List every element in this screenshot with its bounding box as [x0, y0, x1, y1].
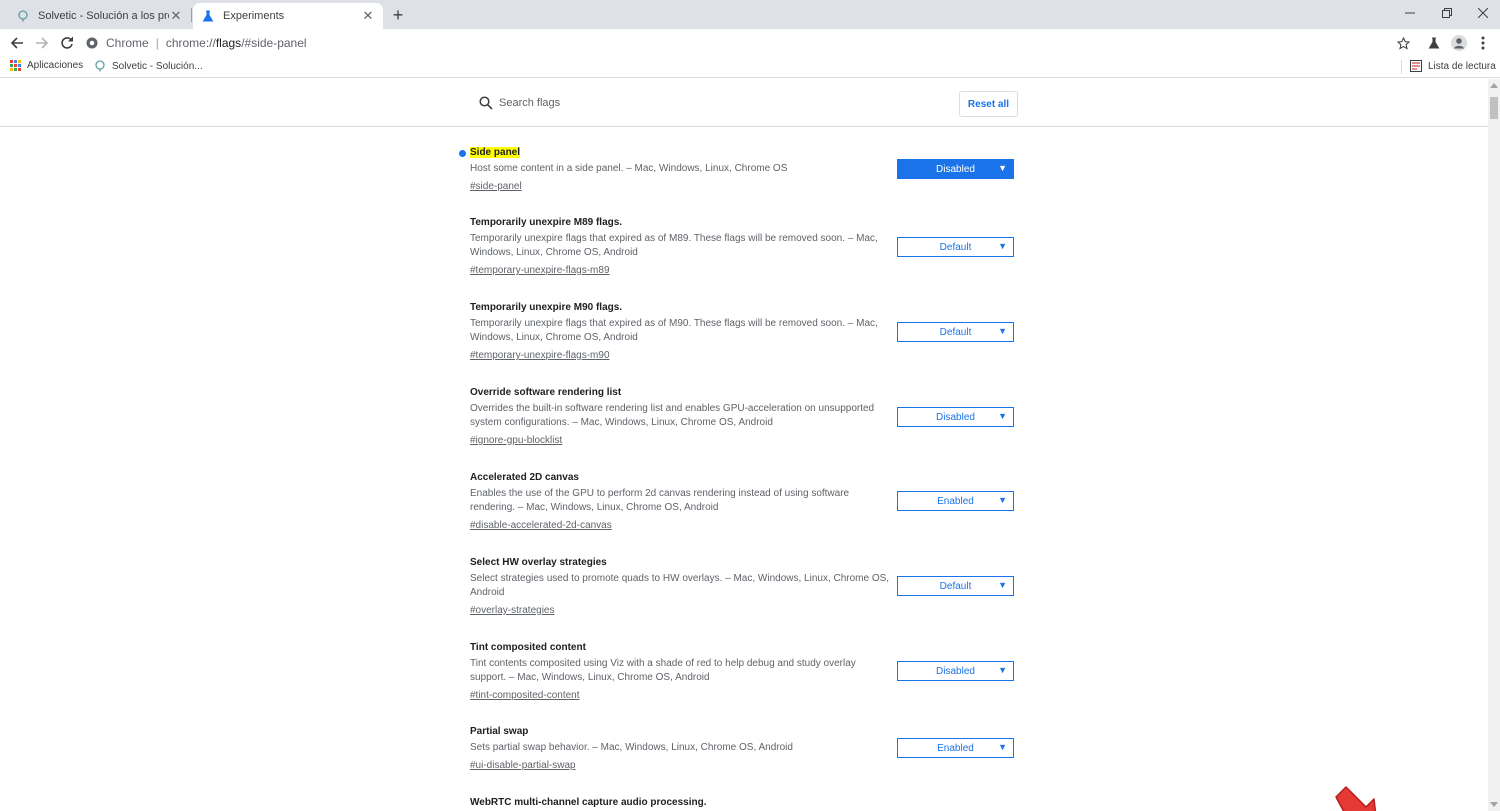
flag-entry: Accelerated 2D canvas Enables the use of… [470, 471, 1020, 533]
flag-description: Tint contents composited using Viz with … [470, 658, 856, 683]
flag-select[interactable]: Enabled ▼ [897, 738, 1014, 758]
omnibox-divider: | [155, 36, 159, 50]
close-tab-icon[interactable]: ✕ [169, 8, 183, 23]
flag-select[interactable]: Disabled ▼ [897, 159, 1014, 179]
flag-anchor-link[interactable]: #temporary-unexpire-flags-m89 [470, 264, 610, 278]
bookmark-label: Aplicaciones [27, 60, 84, 71]
flag-description: Sets partial swap behavior. – Mac, Windo… [470, 742, 793, 753]
flag-description: Overrides the built-in software renderin… [470, 403, 875, 428]
annotation-arrow-icon [1332, 783, 1388, 811]
flag-anchor-link[interactable]: #temporary-unexpire-flags-m90 [470, 349, 610, 363]
flags-page: Reset all Side panel Host some content i… [0, 79, 1488, 811]
flag-title: Accelerated 2D canvas [470, 472, 579, 483]
toolbar: Chrome | chrome://flags/#side-panel [0, 29, 1500, 56]
flag-title: Select HW overlay strategies [470, 557, 607, 568]
flag-description: Temporarily unexpire flags that expired … [470, 318, 878, 343]
modified-dot [459, 150, 466, 157]
chevron-down-icon: ▼ [998, 665, 1007, 675]
flag-anchor-link[interactable]: #overlay-strategies [470, 604, 554, 618]
search-flags-input[interactable] [499, 93, 919, 113]
solvetic-icon [16, 9, 30, 23]
flag-title: Side panel [470, 147, 521, 158]
apps-grid-icon [10, 60, 21, 71]
solvetic-icon [94, 60, 106, 72]
flag-title: Partial swap [470, 726, 529, 737]
flags-search-header: Reset all [0, 79, 1488, 127]
flag-description: Select strategies used to promote quads … [470, 573, 890, 598]
bookmark-solvetic[interactable]: Solvetic - Solución... [94, 60, 203, 72]
flag-entry: Temporarily unexpire M90 flags. Temporar… [470, 301, 1020, 363]
chevron-down-icon: ▼ [998, 580, 1007, 590]
flag-title: Temporarily unexpire M90 flags. [470, 302, 623, 313]
flag-entry: Temporarily unexpire M89 flags. Temporar… [470, 216, 1020, 278]
restore-icon[interactable] [1429, 0, 1465, 26]
flag-select[interactable]: Default ▼ [897, 576, 1014, 596]
flag-anchor-link[interactable]: #tint-composited-content [470, 689, 580, 703]
bookmarks-divider [1401, 60, 1402, 74]
scroll-down-icon[interactable] [1490, 802, 1498, 807]
chevron-down-icon: ▼ [998, 742, 1007, 752]
chevron-down-icon: ▼ [998, 495, 1007, 505]
chevron-down-icon: ▼ [998, 411, 1007, 421]
reload-icon[interactable] [56, 32, 78, 54]
bookmarks-bar: Aplicaciones Solvetic - Solución... List… [0, 56, 1500, 78]
flag-anchor-link[interactable]: #disable-accelerated-2d-canvas [470, 519, 612, 533]
chevron-down-icon: ▼ [998, 241, 1007, 251]
close-window-icon[interactable] [1465, 0, 1500, 26]
address-bar[interactable]: Chrome | chrome://flags/#side-panel [86, 31, 1426, 55]
flag-entry: Partial swap Sets partial swap behavior.… [470, 725, 1020, 773]
flag-select[interactable]: Default ▼ [897, 322, 1014, 342]
tab-strip: Solvetic - Solución a los problem ✕ Expe… [0, 0, 1500, 29]
reading-list-icon [1410, 60, 1422, 72]
flag-title: Tint composited content [470, 642, 586, 653]
bookmark-star-icon[interactable] [1392, 32, 1414, 54]
flask-icon[interactable] [1423, 32, 1445, 54]
tab-title: Experiments [223, 10, 285, 22]
url-text: chrome://flags/#side-panel [165, 36, 307, 50]
flag-description: Enables the use of the GPU to perform 2d… [470, 488, 850, 513]
reading-list-label: Lista de lectura [1428, 60, 1496, 72]
tab-solvetic[interactable]: Solvetic - Solución a los problem ✕ [8, 3, 191, 29]
flag-anchor-link[interactable]: #ui-disable-partial-swap [470, 759, 576, 773]
flag-description: Temporarily unexpire flags that expired … [470, 233, 878, 258]
chrome-icon [86, 37, 98, 49]
flag-title: WebRTC multi-channel capture audio proce… [470, 797, 707, 808]
flag-entry: Side panel Host some content in a side p… [459, 146, 1020, 194]
bookmark-label: Solvetic - Solución... [112, 60, 203, 72]
scroll-thumb[interactable] [1490, 97, 1498, 119]
flag-select[interactable]: Disabled ▼ [897, 407, 1014, 427]
site-label: Chrome [106, 36, 149, 50]
flag-select[interactable]: Disabled ▼ [897, 661, 1014, 681]
reset-all-button[interactable]: Reset all [959, 91, 1018, 117]
bookmark-apps[interactable]: Aplicaciones [10, 60, 83, 71]
page-scrollbar[interactable] [1488, 79, 1500, 811]
tab-title: Solvetic - Solución a los problem [38, 10, 169, 22]
tab-separator [191, 8, 192, 22]
flag-title: Temporarily unexpire M89 flags. [470, 217, 623, 228]
flag-select[interactable]: Default ▼ [897, 237, 1014, 257]
flag-title: Override software rendering list [470, 387, 622, 398]
flag-anchor-link[interactable]: #ignore-gpu-blocklist [470, 434, 562, 448]
close-tab-icon[interactable]: ✕ [361, 8, 375, 23]
scroll-up-icon[interactable] [1490, 83, 1498, 88]
flag-entry: WebRTC multi-channel capture audio proce… [470, 796, 1020, 810]
minimize-icon[interactable] [1392, 0, 1428, 26]
flag-description: Host some content in a side panel. – Mac… [470, 163, 788, 174]
back-icon[interactable] [6, 32, 28, 54]
flag-select[interactable]: Enabled ▼ [897, 491, 1014, 511]
flask-icon [201, 9, 215, 23]
reading-list-button[interactable]: Lista de lectura [1410, 60, 1496, 72]
menu-icon[interactable] [1472, 32, 1494, 54]
tab-experiments[interactable]: Experiments ✕ [193, 3, 383, 29]
search-icon [479, 96, 493, 115]
flag-entry: Override software rendering list Overrid… [470, 386, 1020, 448]
forward-icon[interactable] [31, 32, 53, 54]
flag-entry: Tint composited content Tint contents co… [470, 641, 1020, 703]
chevron-down-icon: ▼ [998, 326, 1007, 336]
new-tab-button[interactable]: + [388, 5, 408, 25]
flag-entry: Select HW overlay strategies Select stra… [470, 556, 1020, 618]
flag-anchor-link[interactable]: #side-panel [470, 180, 522, 194]
profile-icon[interactable] [1448, 32, 1470, 54]
chevron-down-icon: ▼ [998, 163, 1007, 173]
